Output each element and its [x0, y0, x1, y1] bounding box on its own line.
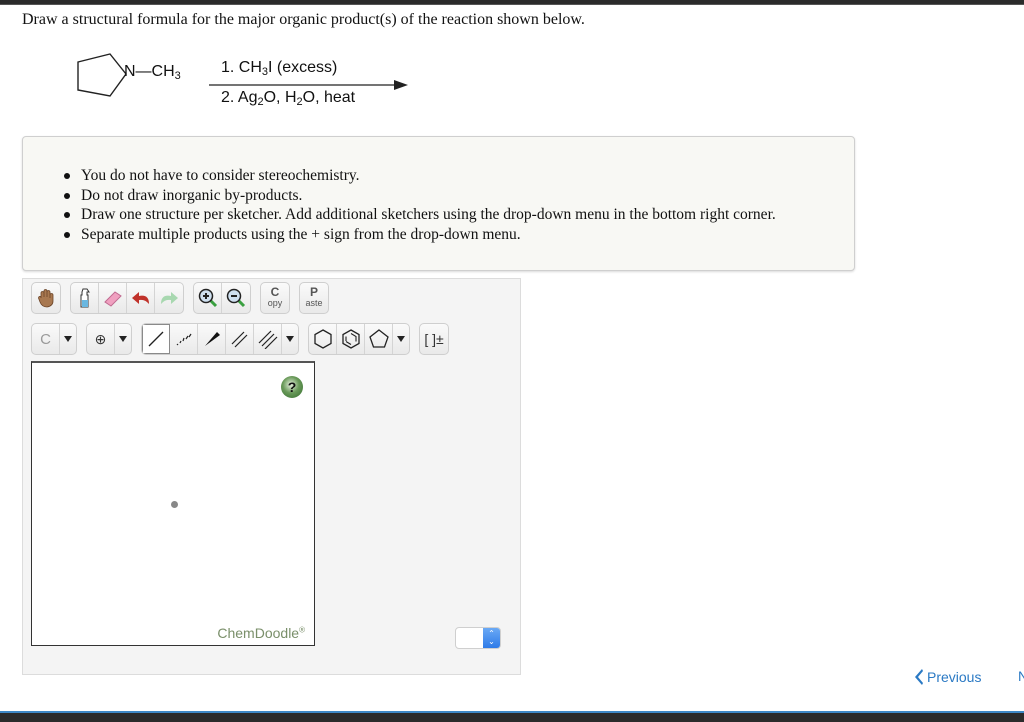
paste-label: Paste: [305, 285, 323, 308]
double-bond-button[interactable]: [226, 324, 254, 354]
wedge-bond-icon: [204, 332, 220, 346]
chemdoodle-brand: ChemDoodle®: [217, 625, 305, 641]
bracket-icon: [ ]±: [424, 331, 444, 347]
bond-dropdown[interactable]: [282, 324, 298, 354]
question-prompt: Draw a structural formula for the major …: [22, 11, 585, 28]
previous-button[interactable]: Previous: [913, 668, 981, 686]
browser-bottom-bar: [0, 711, 1024, 722]
charge-dropdown[interactable]: [115, 324, 131, 354]
paste-group: Paste: [299, 282, 329, 314]
chevron-down-icon: [119, 336, 127, 342]
instruction-item: You do not have to consider stereochemis…: [64, 166, 776, 186]
edit-tools-group: [70, 282, 184, 314]
instructions-box: You do not have to consider stereochemis…: [22, 136, 855, 271]
charge-group: ⊕: [86, 323, 132, 355]
zoom-in-icon: [198, 288, 217, 308]
element-label: C: [40, 330, 51, 348]
eraser-icon: [103, 291, 122, 307]
help-button[interactable]: ?: [281, 376, 303, 398]
zoom-tools-group: [193, 282, 251, 314]
next-button[interactable]: N: [1018, 668, 1024, 684]
previous-label: Previous: [927, 669, 982, 685]
toolbar-row-1: Copy Paste: [31, 282, 338, 314]
drawing-canvas[interactable]: ? ChemDoodle®: [31, 361, 315, 646]
instruction-item: Do not draw inorganic by-products.: [64, 186, 776, 206]
zoom-out-button[interactable]: [222, 283, 250, 313]
chevron-down-icon: [64, 336, 72, 342]
zoom-in-button[interactable]: [194, 283, 222, 313]
toolbar-row-2: C ⊕ []±: [31, 323, 458, 355]
eraser-tool-button[interactable]: [99, 283, 127, 313]
hexagon-icon: [313, 329, 332, 349]
single-bond-icon: [148, 331, 164, 347]
chemdoodle-sketcher: Copy Paste C ⊕ []± ? ChemDoodle® ⌃ ⌄: [22, 278, 521, 675]
browser-top-bar: [0, 0, 1024, 5]
copy-group: Copy: [260, 282, 290, 314]
paste-button[interactable]: Paste: [300, 283, 328, 313]
redo-arrow-icon: [161, 292, 178, 304]
clear-tool-button[interactable]: [71, 283, 99, 313]
redo-button[interactable]: [155, 283, 183, 313]
cyclopentane-button[interactable]: [365, 324, 393, 354]
cursor-dot: [171, 501, 178, 508]
triple-bond-icon: [258, 330, 277, 349]
chevron-down-icon: [286, 336, 294, 342]
benzene-button[interactable]: [337, 324, 365, 354]
select-stepper-icon: ⌃ ⌄: [483, 628, 500, 648]
reaction-scheme: N—CH3 1. CH3I (excess) 2. Ag2O, H2O, hea…: [72, 52, 412, 114]
instruction-item: Separate multiple products using the + s…: [64, 225, 776, 245]
zoom-out-icon: [226, 288, 246, 308]
n-methyl-label: N—CH3: [124, 63, 181, 82]
chevron-down-icon: [397, 336, 405, 342]
plus-charge-icon: ⊕: [94, 330, 107, 347]
bracket-charge-button[interactable]: [ ]±: [420, 324, 448, 354]
wedge-bond-button[interactable]: [198, 324, 226, 354]
pentagon-icon: [368, 329, 389, 348]
instructions-list: You do not have to consider stereochemis…: [64, 166, 776, 245]
bond-group: [141, 323, 299, 355]
copy-label: Copy: [267, 285, 283, 308]
reaction-arrow-head: [394, 80, 408, 90]
ring-group: [308, 323, 410, 355]
undo-arrow-icon: [131, 292, 149, 304]
pyrrolidine-ring: [77, 53, 127, 97]
element-carbon-button[interactable]: C: [32, 324, 60, 354]
cyclohexane-button[interactable]: [309, 324, 337, 354]
move-tool-button[interactable]: [32, 283, 60, 313]
single-bond-button[interactable]: [142, 324, 170, 354]
charge-button[interactable]: ⊕: [87, 324, 115, 354]
element-dropdown[interactable]: [60, 324, 76, 354]
wash-bottle-icon: [80, 288, 90, 308]
benzene-icon: [341, 329, 360, 349]
element-group: C: [31, 323, 77, 355]
ring-dropdown[interactable]: [393, 324, 409, 354]
hashed-bond-button[interactable]: [170, 324, 198, 354]
sketcher-dropdown[interactable]: ⌃ ⌄: [455, 627, 501, 649]
copy-button[interactable]: Copy: [261, 283, 289, 313]
hand-tool-group: [31, 282, 61, 314]
undo-button[interactable]: [127, 283, 155, 313]
triple-bond-button[interactable]: [254, 324, 282, 354]
reagent-step-2: 2. Ag2O, H2O, heat: [221, 89, 356, 108]
hashed-bond-icon: [176, 333, 191, 346]
reagent-step-1: 1. CH3I (excess): [221, 59, 338, 78]
bracket-group: [ ]±: [419, 323, 449, 355]
hand-icon: [38, 289, 54, 308]
double-bond-icon: [231, 331, 247, 348]
chevron-left-icon: [915, 669, 923, 685]
instruction-item: Draw one structure per sketcher. Add add…: [64, 206, 776, 223]
